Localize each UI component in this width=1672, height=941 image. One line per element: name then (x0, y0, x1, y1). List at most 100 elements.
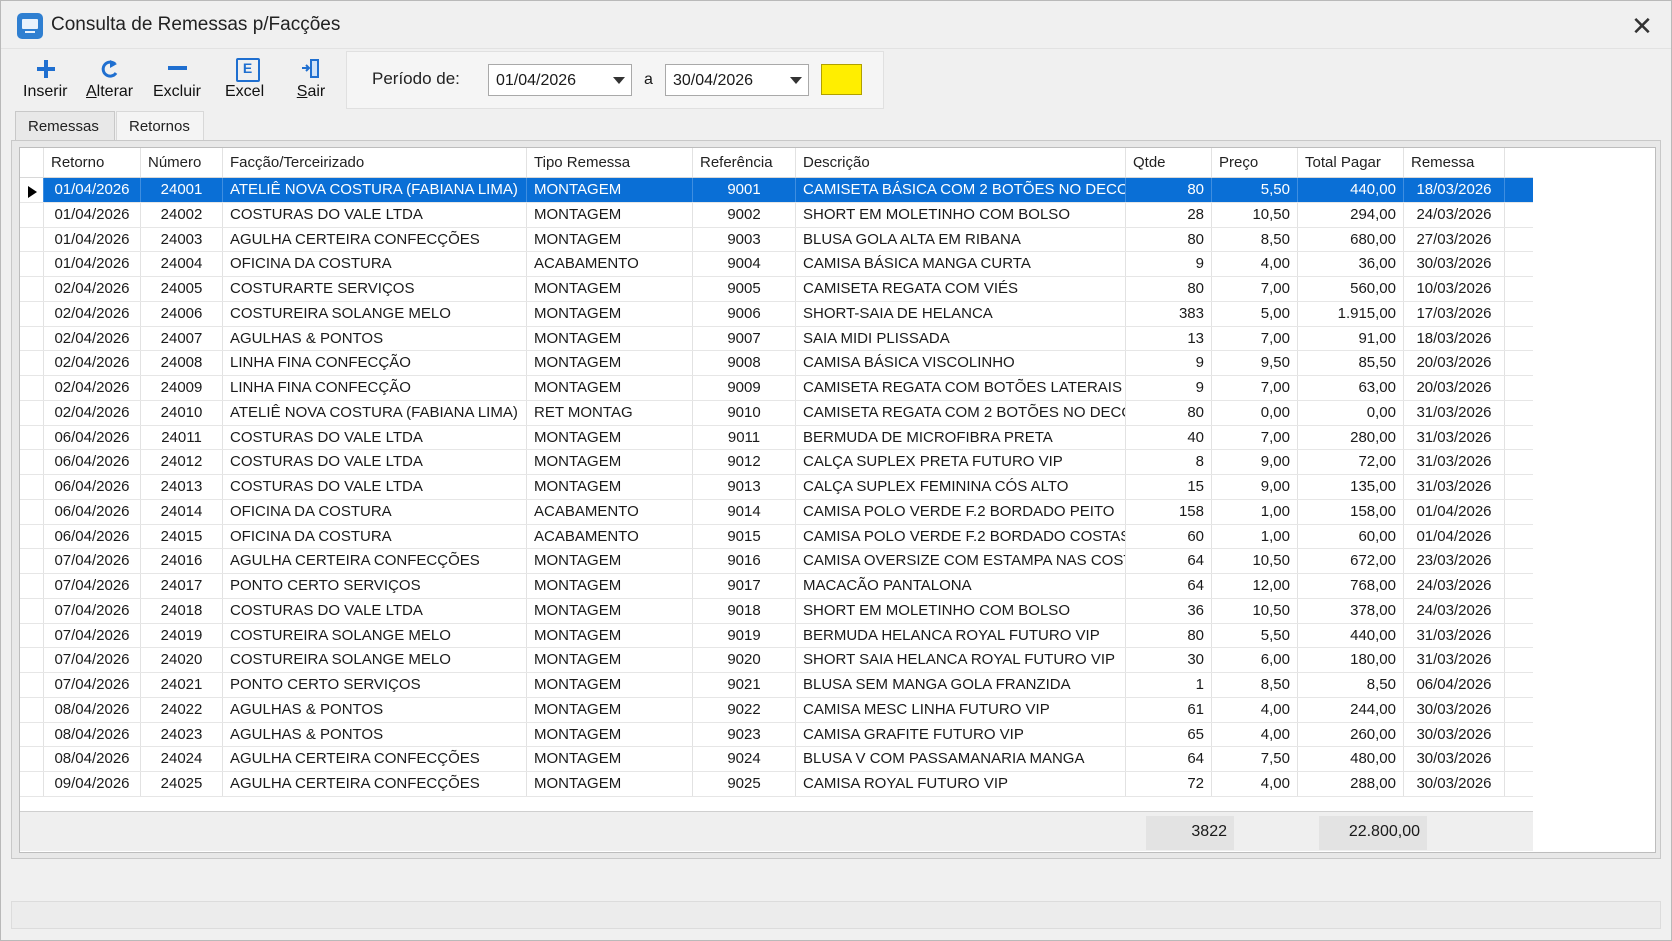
cell-remessa[interactable]: 18/03/2026 (1404, 326, 1505, 351)
cell-qtde[interactable]: 28 (1126, 202, 1212, 227)
cell-tipo-remessa[interactable]: MONTAGEM (527, 301, 693, 326)
cell-preco[interactable]: 7,00 (1212, 376, 1298, 400)
cell-faccao[interactable]: OFICINA DA COSTURA (223, 499, 527, 524)
cell-referencia[interactable]: 9019 (693, 623, 796, 648)
table-row[interactable]: 06/04/2026 24015 OFICINA DA COSTURA ACABAME… (20, 524, 1533, 550)
table-row[interactable]: 01/04/2026 24002 COSTURAS DO VALE LTDA MONT… (20, 202, 1533, 228)
cell-descricao[interactable]: MACACÃO PANTALONA (796, 574, 1126, 598)
cell-descricao[interactable]: SHORT EM MOLETINHO COM BOLSO (796, 598, 1126, 623)
cell-tipo-remessa[interactable]: MONTAGEM (527, 425, 693, 450)
cell-remessa[interactable]: 31/03/2026 (1404, 623, 1505, 648)
cell-referencia[interactable]: 9024 (693, 747, 796, 771)
cell-faccao[interactable]: AGULHAS & PONTOS (223, 722, 527, 747)
cell-retorno[interactable]: 08/04/2026 (44, 722, 141, 747)
cell-preco[interactable]: 5,50 (1212, 178, 1298, 202)
table-row[interactable]: 02/04/2026 24007 AGULHAS & PONTOS MONTAGEM 9… (20, 326, 1533, 352)
cell-referencia[interactable]: 9018 (693, 598, 796, 623)
cell-total-pagar[interactable]: 158,00 (1298, 499, 1404, 524)
chevron-down-icon[interactable] (790, 77, 802, 84)
cell-retorno[interactable]: 06/04/2026 (44, 425, 141, 450)
cell-tipo-remessa[interactable]: MONTAGEM (527, 351, 693, 375)
cell-descricao[interactable]: SHORT SAIA HELANCA ROYAL FUTURO VIP (796, 648, 1126, 672)
cell-tipo-remessa[interactable]: MONTAGEM (527, 326, 693, 351)
cell-tipo-remessa[interactable]: MONTAGEM (527, 747, 693, 771)
cell-preco[interactable]: 7,00 (1212, 326, 1298, 351)
cell-referencia[interactable]: 9023 (693, 722, 796, 747)
cell-faccao[interactable]: COSTUREIRA SOLANGE MELO (223, 623, 527, 648)
cell-remessa[interactable]: 30/03/2026 (1404, 722, 1505, 747)
table-row[interactable]: 06/04/2026 24013 COSTURAS DO VALE LTDA MONT… (20, 475, 1533, 500)
column-header-total-pagar[interactable]: Total Pagar (1298, 148, 1404, 177)
cell-faccao[interactable]: AGULHA CERTEIRA CONFECÇÕES (223, 549, 527, 573)
column-header-referencia[interactable]: Referência (693, 148, 796, 177)
cell-descricao[interactable]: CAMISA GRAFITE FUTURO VIP (796, 722, 1126, 747)
cell-qtde[interactable]: 383 (1126, 301, 1212, 326)
cell-total-pagar[interactable]: 440,00 (1298, 178, 1404, 202)
cell-preco[interactable]: 7,00 (1212, 425, 1298, 450)
cell-qtde[interactable]: 80 (1126, 277, 1212, 301)
cell-tipo-remessa[interactable]: ACABAMENTO (527, 252, 693, 276)
cell-total-pagar[interactable]: 260,00 (1298, 722, 1404, 747)
cell-tipo-remessa[interactable]: MONTAGEM (527, 277, 693, 301)
table-row[interactable]: 09/04/2026 24025 AGULHA CERTEIRA CONFECÇÕE… (20, 772, 1533, 797)
cell-numero[interactable]: 24001 (141, 178, 223, 202)
cell-tipo-remessa[interactable]: ACABAMENTO (527, 499, 693, 524)
cell-tipo-remessa[interactable]: MONTAGEM (527, 623, 693, 648)
cell-retorno[interactable]: 02/04/2026 (44, 400, 141, 425)
excel-button[interactable]: Excel (225, 57, 264, 105)
cell-referencia[interactable]: 9002 (693, 202, 796, 227)
cell-referencia[interactable]: 9016 (693, 549, 796, 573)
cell-numero[interactable]: 24024 (141, 747, 223, 771)
tab-retornos[interactable]: Retornos (116, 111, 204, 141)
cell-tipo-remessa[interactable]: ACABAMENTO (527, 524, 693, 549)
table-row[interactable]: 07/04/2026 24016 AGULHA CERTEIRA CONFECÇÕE… (20, 549, 1533, 574)
cell-remessa[interactable]: 31/03/2026 (1404, 425, 1505, 450)
cell-faccao[interactable]: ATELIÊ NOVA COSTURA (FABIANA LIMA) (223, 400, 527, 425)
cell-tipo-remessa[interactable]: MONTAGEM (527, 598, 693, 623)
cell-faccao[interactable]: OFICINA DA COSTURA (223, 252, 527, 276)
table-row[interactable]: 02/04/2026 24010 ATELIÊ NOVA COSTURA (FABI… (20, 400, 1533, 426)
cell-retorno[interactable]: 01/04/2026 (44, 252, 141, 276)
cell-faccao[interactable]: PONTO CERTO SERVIÇOS (223, 673, 527, 697)
cell-numero[interactable]: 24016 (141, 549, 223, 573)
cell-total-pagar[interactable]: 1.915,00 (1298, 301, 1404, 326)
cell-numero[interactable]: 24007 (141, 326, 223, 351)
column-header-tipo-remessa[interactable]: Tipo Remessa (527, 148, 693, 177)
cell-retorno[interactable]: 06/04/2026 (44, 524, 141, 549)
cell-descricao[interactable]: CAMISA MESC LINHA FUTURO VIP (796, 697, 1126, 722)
column-header-preco[interactable]: Preço (1212, 148, 1298, 177)
cell-qtde[interactable]: 36 (1126, 598, 1212, 623)
cell-numero[interactable]: 24018 (141, 598, 223, 623)
cell-retorno[interactable]: 02/04/2026 (44, 301, 141, 326)
cell-descricao[interactable]: BERMUDA DE MICROFIBRA PRETA (796, 425, 1126, 450)
cell-retorno[interactable]: 08/04/2026 (44, 747, 141, 771)
cell-numero[interactable]: 24014 (141, 499, 223, 524)
cell-remessa[interactable]: 24/03/2026 (1404, 574, 1505, 598)
cell-faccao[interactable]: COSTURAS DO VALE LTDA (223, 475, 527, 499)
cell-retorno[interactable]: 07/04/2026 (44, 574, 141, 598)
cell-remessa[interactable]: 18/03/2026 (1404, 178, 1505, 202)
cell-referencia[interactable]: 9014 (693, 499, 796, 524)
cell-referencia[interactable]: 9009 (693, 376, 796, 400)
table-row[interactable]: 06/04/2026 24012 COSTURAS DO VALE LTDA MONT… (20, 450, 1533, 475)
close-button[interactable]: ✕ (1627, 11, 1657, 41)
table-row[interactable]: 02/04/2026 24008 LINHA FINA CONFECÇÃO MONTA… (20, 351, 1533, 376)
cell-retorno[interactable]: 02/04/2026 (44, 326, 141, 351)
cell-qtde[interactable]: 15 (1126, 475, 1212, 499)
cell-qtde[interactable]: 40 (1126, 425, 1212, 450)
cell-tipo-remessa[interactable]: MONTAGEM (527, 648, 693, 672)
cell-numero[interactable]: 24021 (141, 673, 223, 697)
cell-referencia[interactable]: 9007 (693, 326, 796, 351)
cell-remessa[interactable]: 31/03/2026 (1404, 475, 1505, 499)
cell-referencia[interactable]: 9022 (693, 697, 796, 722)
cell-preco[interactable]: 4,00 (1212, 252, 1298, 276)
table-row[interactable]: 07/04/2026 24018 COSTURAS DO VALE LTDA MONT… (20, 598, 1533, 624)
chevron-down-icon[interactable] (613, 77, 625, 84)
cell-retorno[interactable]: 06/04/2026 (44, 450, 141, 474)
cell-faccao[interactable]: AGULHA CERTEIRA CONFECÇÕES (223, 772, 527, 796)
cell-qtde[interactable]: 9 (1126, 376, 1212, 400)
cell-qtde[interactable]: 80 (1126, 178, 1212, 202)
cell-remessa[interactable]: 01/04/2026 (1404, 499, 1505, 524)
cell-preco[interactable]: 6,00 (1212, 648, 1298, 672)
cell-tipo-remessa[interactable]: MONTAGEM (527, 376, 693, 400)
